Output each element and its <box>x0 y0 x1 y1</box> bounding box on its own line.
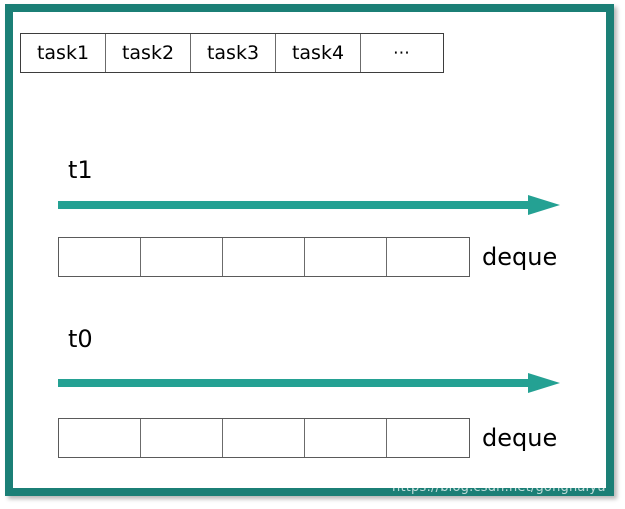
task-queue-cell-ellipsis: ⋯ <box>361 34 443 72</box>
task-queue-cell: task4 <box>276 34 361 72</box>
deque-table-t1 <box>58 237 470 277</box>
deque-cell <box>141 419 223 457</box>
task-queue-cell: task2 <box>106 34 191 72</box>
diagram-canvas: task1 task2 task3 task4 ⋯ t1 deque t0 de… <box>0 0 625 509</box>
deque-row-t1: deque <box>58 237 557 277</box>
deque-cell <box>141 238 223 276</box>
deque-cell <box>305 238 387 276</box>
deque-cell <box>305 419 387 457</box>
thread-label-t1: t1 <box>68 156 93 184</box>
task-queue-cell: task3 <box>191 34 276 72</box>
deque-cell <box>59 238 141 276</box>
deque-label-t0: deque <box>482 424 558 452</box>
watermark: https://blog.csdn.net/gonghaiyu <box>392 480 606 495</box>
task-queue-table: task1 task2 task3 task4 ⋯ <box>20 33 444 73</box>
thread-arrow-t1 <box>58 194 560 216</box>
deque-cell <box>223 238 305 276</box>
deque-cell <box>59 419 141 457</box>
thread-label-t0: t0 <box>68 325 93 353</box>
deque-cell <box>387 419 469 457</box>
thread-arrow-t0 <box>58 372 560 394</box>
deque-label-t1: deque <box>482 243 558 271</box>
deque-table-t0 <box>58 418 470 458</box>
deque-row-t0: deque <box>58 418 557 458</box>
deque-cell <box>223 419 305 457</box>
task-queue-cell: task1 <box>21 34 106 72</box>
deque-cell <box>387 238 469 276</box>
